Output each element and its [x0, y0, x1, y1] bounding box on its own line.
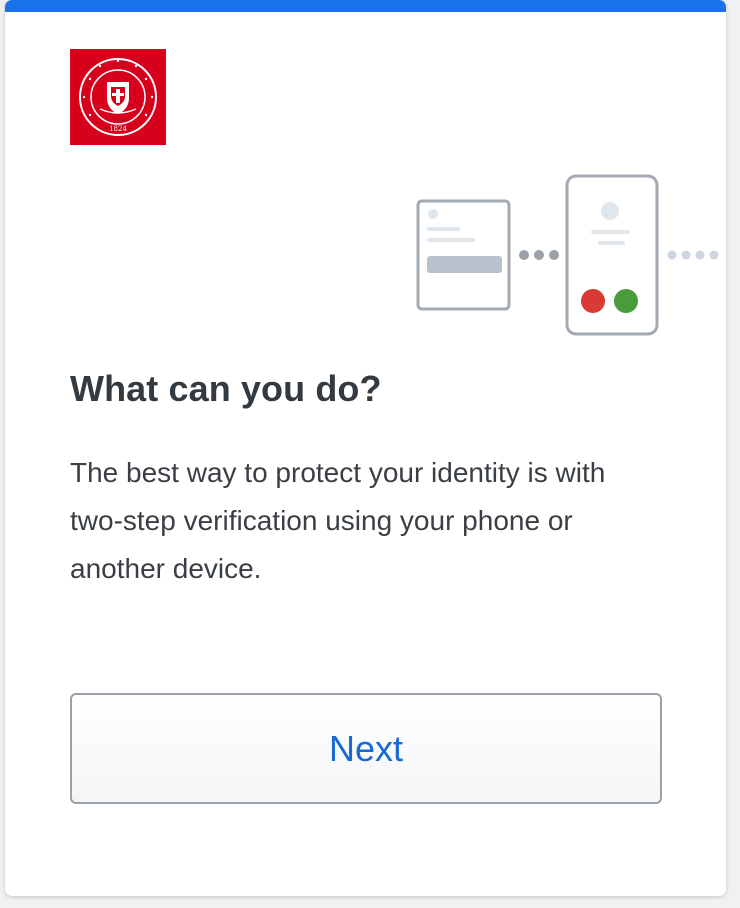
accent-top-bar	[5, 0, 726, 12]
phone-icon	[565, 174, 659, 336]
next-button[interactable]: Next	[70, 693, 662, 804]
seal-icon: 1824	[79, 58, 157, 136]
browser-card-icon	[416, 199, 511, 311]
two-step-illustration	[416, 174, 719, 336]
approve-icon	[614, 289, 638, 313]
seal-year: 1824	[109, 125, 127, 133]
page-title: What can you do?	[70, 368, 382, 409]
auth-card: 1824 What can you do? The best way to pr…	[5, 0, 726, 896]
institution-logo: 1824	[70, 49, 166, 145]
description-text: The best way to protect your identity is…	[70, 457, 606, 584]
deny-icon	[581, 289, 605, 313]
